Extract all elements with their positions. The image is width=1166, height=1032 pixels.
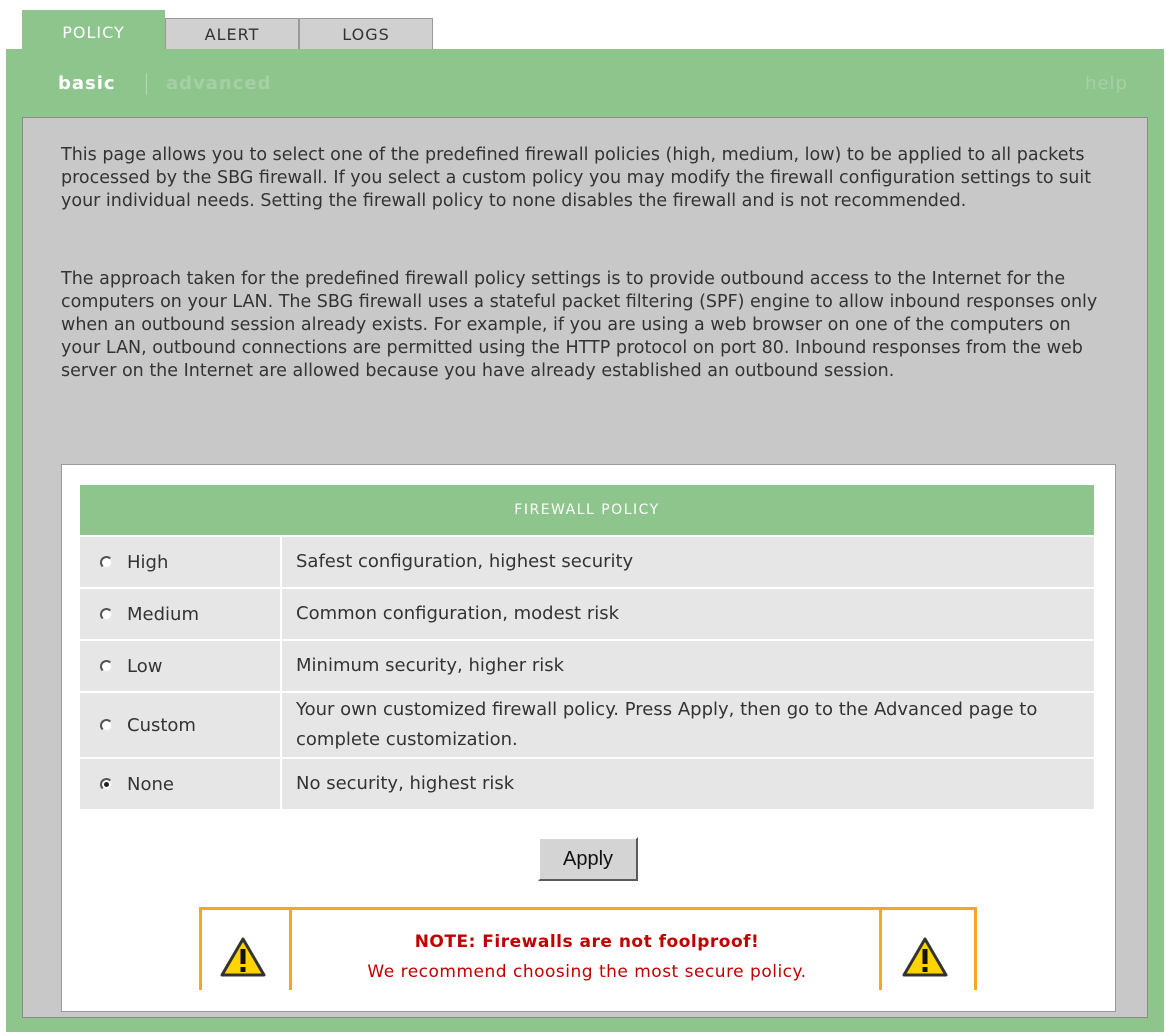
policy-option-custom[interactable]: Custom [80,693,282,757]
intro-paragraph-2: The approach taken for the predefined fi… [61,269,1098,381]
note-border [974,910,977,990]
policy-option-label: Medium [127,603,199,625]
policy-description: Minimum security, higher risk [296,655,565,676]
note-border [199,910,202,990]
note-title: NOTE: Firewalls are not foolproof! [414,932,760,952]
tab-logs[interactable]: LOGS [299,18,433,50]
subnav-divider [146,73,147,95]
policy-option-none[interactable]: None [80,759,282,809]
subnav-advanced-link[interactable]: advanced [166,73,272,94]
policy-option-medium[interactable]: Medium [80,589,282,639]
subnav-basic-link[interactable]: basic [58,73,116,94]
policy-description: Common configuration, modest risk [296,603,620,624]
policy-row-medium: Medium Common configuration, modest risk [80,589,1094,639]
radio-medium[interactable] [100,607,113,621]
policy-option-low[interactable]: Low [80,641,282,691]
policy-option-label: Custom [127,714,196,736]
note-border [289,910,292,990]
policy-option-label: High [127,551,169,573]
content-area: This page allows you to select one of th… [22,117,1148,1018]
apply-button[interactable]: Apply [538,837,638,881]
policy-description: Your own customized firewall policy. Pre… [296,699,1038,750]
firewall-note: NOTE: Firewalls are not foolproof! We re… [199,907,977,991]
firewall-policy-header: FIREWALL POLICY [80,485,1094,535]
radio-custom[interactable] [100,718,113,732]
firewall-policy-table: FIREWALL POLICY High Safest configuratio… [80,485,1094,809]
policy-row-custom: Custom Your own customized firewall poli… [80,693,1094,757]
policy-row-high: High Safest configuration, highest secur… [80,537,1094,587]
policy-shell: basic advanced help This page allows you… [6,49,1164,1032]
policy-option-label: None [127,773,174,795]
radio-low[interactable] [100,659,113,673]
note-border [879,910,882,990]
help-link[interactable]: help [1085,73,1128,94]
note-text: We recommend choosing the most secure po… [367,962,807,982]
policy-description: Safest configuration, highest security [296,551,634,572]
subnav: basic advanced help [6,49,1164,115]
policy-description: No security, highest risk [296,773,515,794]
policy-row-low: Low Minimum security, higher risk [80,641,1094,691]
policy-option-label: Low [127,655,163,677]
policy-option-high[interactable]: High [80,537,282,587]
policy-row-none: None No security, highest risk [80,759,1094,809]
radio-none[interactable] [100,777,113,791]
policy-panel: FIREWALL POLICY High Safest configuratio… [61,464,1116,1012]
radio-high[interactable] [100,555,113,569]
tab-alert[interactable]: ALERT [165,18,299,50]
tab-policy[interactable]: POLICY [22,10,165,52]
warning-icon [220,937,266,977]
intro-paragraph-1: This page allows you to select one of th… [61,145,1092,211]
warning-icon [902,937,948,977]
